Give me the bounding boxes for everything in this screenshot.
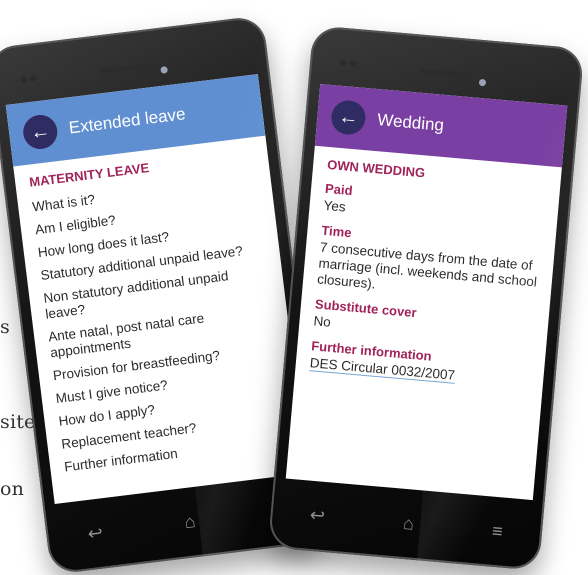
nav-back-icon[interactable]: ↩ <box>87 522 105 545</box>
page-title: Extended leave <box>67 104 187 138</box>
earpiece <box>419 68 470 78</box>
camera-icon <box>339 59 347 67</box>
nav-bar: ↩ ⌂ ≡ <box>269 493 543 553</box>
front-camera-icon <box>160 66 169 74</box>
phone-wedding: ← Wedding OWN WEDDING Paid Yes Time 7 co… <box>267 25 585 571</box>
detail-content: OWN WEDDING Paid Yes Time 7 consecutive … <box>295 146 562 393</box>
arrow-left-icon: ← <box>337 105 360 129</box>
back-button[interactable]: ← <box>21 113 60 151</box>
phone-screen: ← Extended leave MATERNITY LEAVE What is… <box>5 74 307 505</box>
menu-list: MATERNITY LEAVE What is it? Am I eligibl… <box>13 136 304 481</box>
nav-menu-icon[interactable]: ≡ <box>491 520 503 542</box>
sensor-icon <box>30 75 38 82</box>
phone-screen: ← Wedding OWN WEDDING Paid Yes Time 7 co… <box>285 83 568 501</box>
camera-icon <box>20 76 28 83</box>
front-camera-icon <box>478 78 487 87</box>
sensor-icon <box>349 60 357 68</box>
background-text-fragment: s <box>0 316 10 338</box>
page-title: Wedding <box>376 110 445 135</box>
earpiece <box>100 63 151 75</box>
nav-home-icon[interactable]: ⌂ <box>402 512 415 534</box>
nav-back-icon[interactable]: ↩ <box>309 504 326 526</box>
arrow-left-icon: ← <box>28 119 52 144</box>
background-text-fragment: on <box>0 478 25 500</box>
back-button[interactable]: ← <box>330 99 367 136</box>
nav-home-icon[interactable]: ⌂ <box>183 511 196 533</box>
